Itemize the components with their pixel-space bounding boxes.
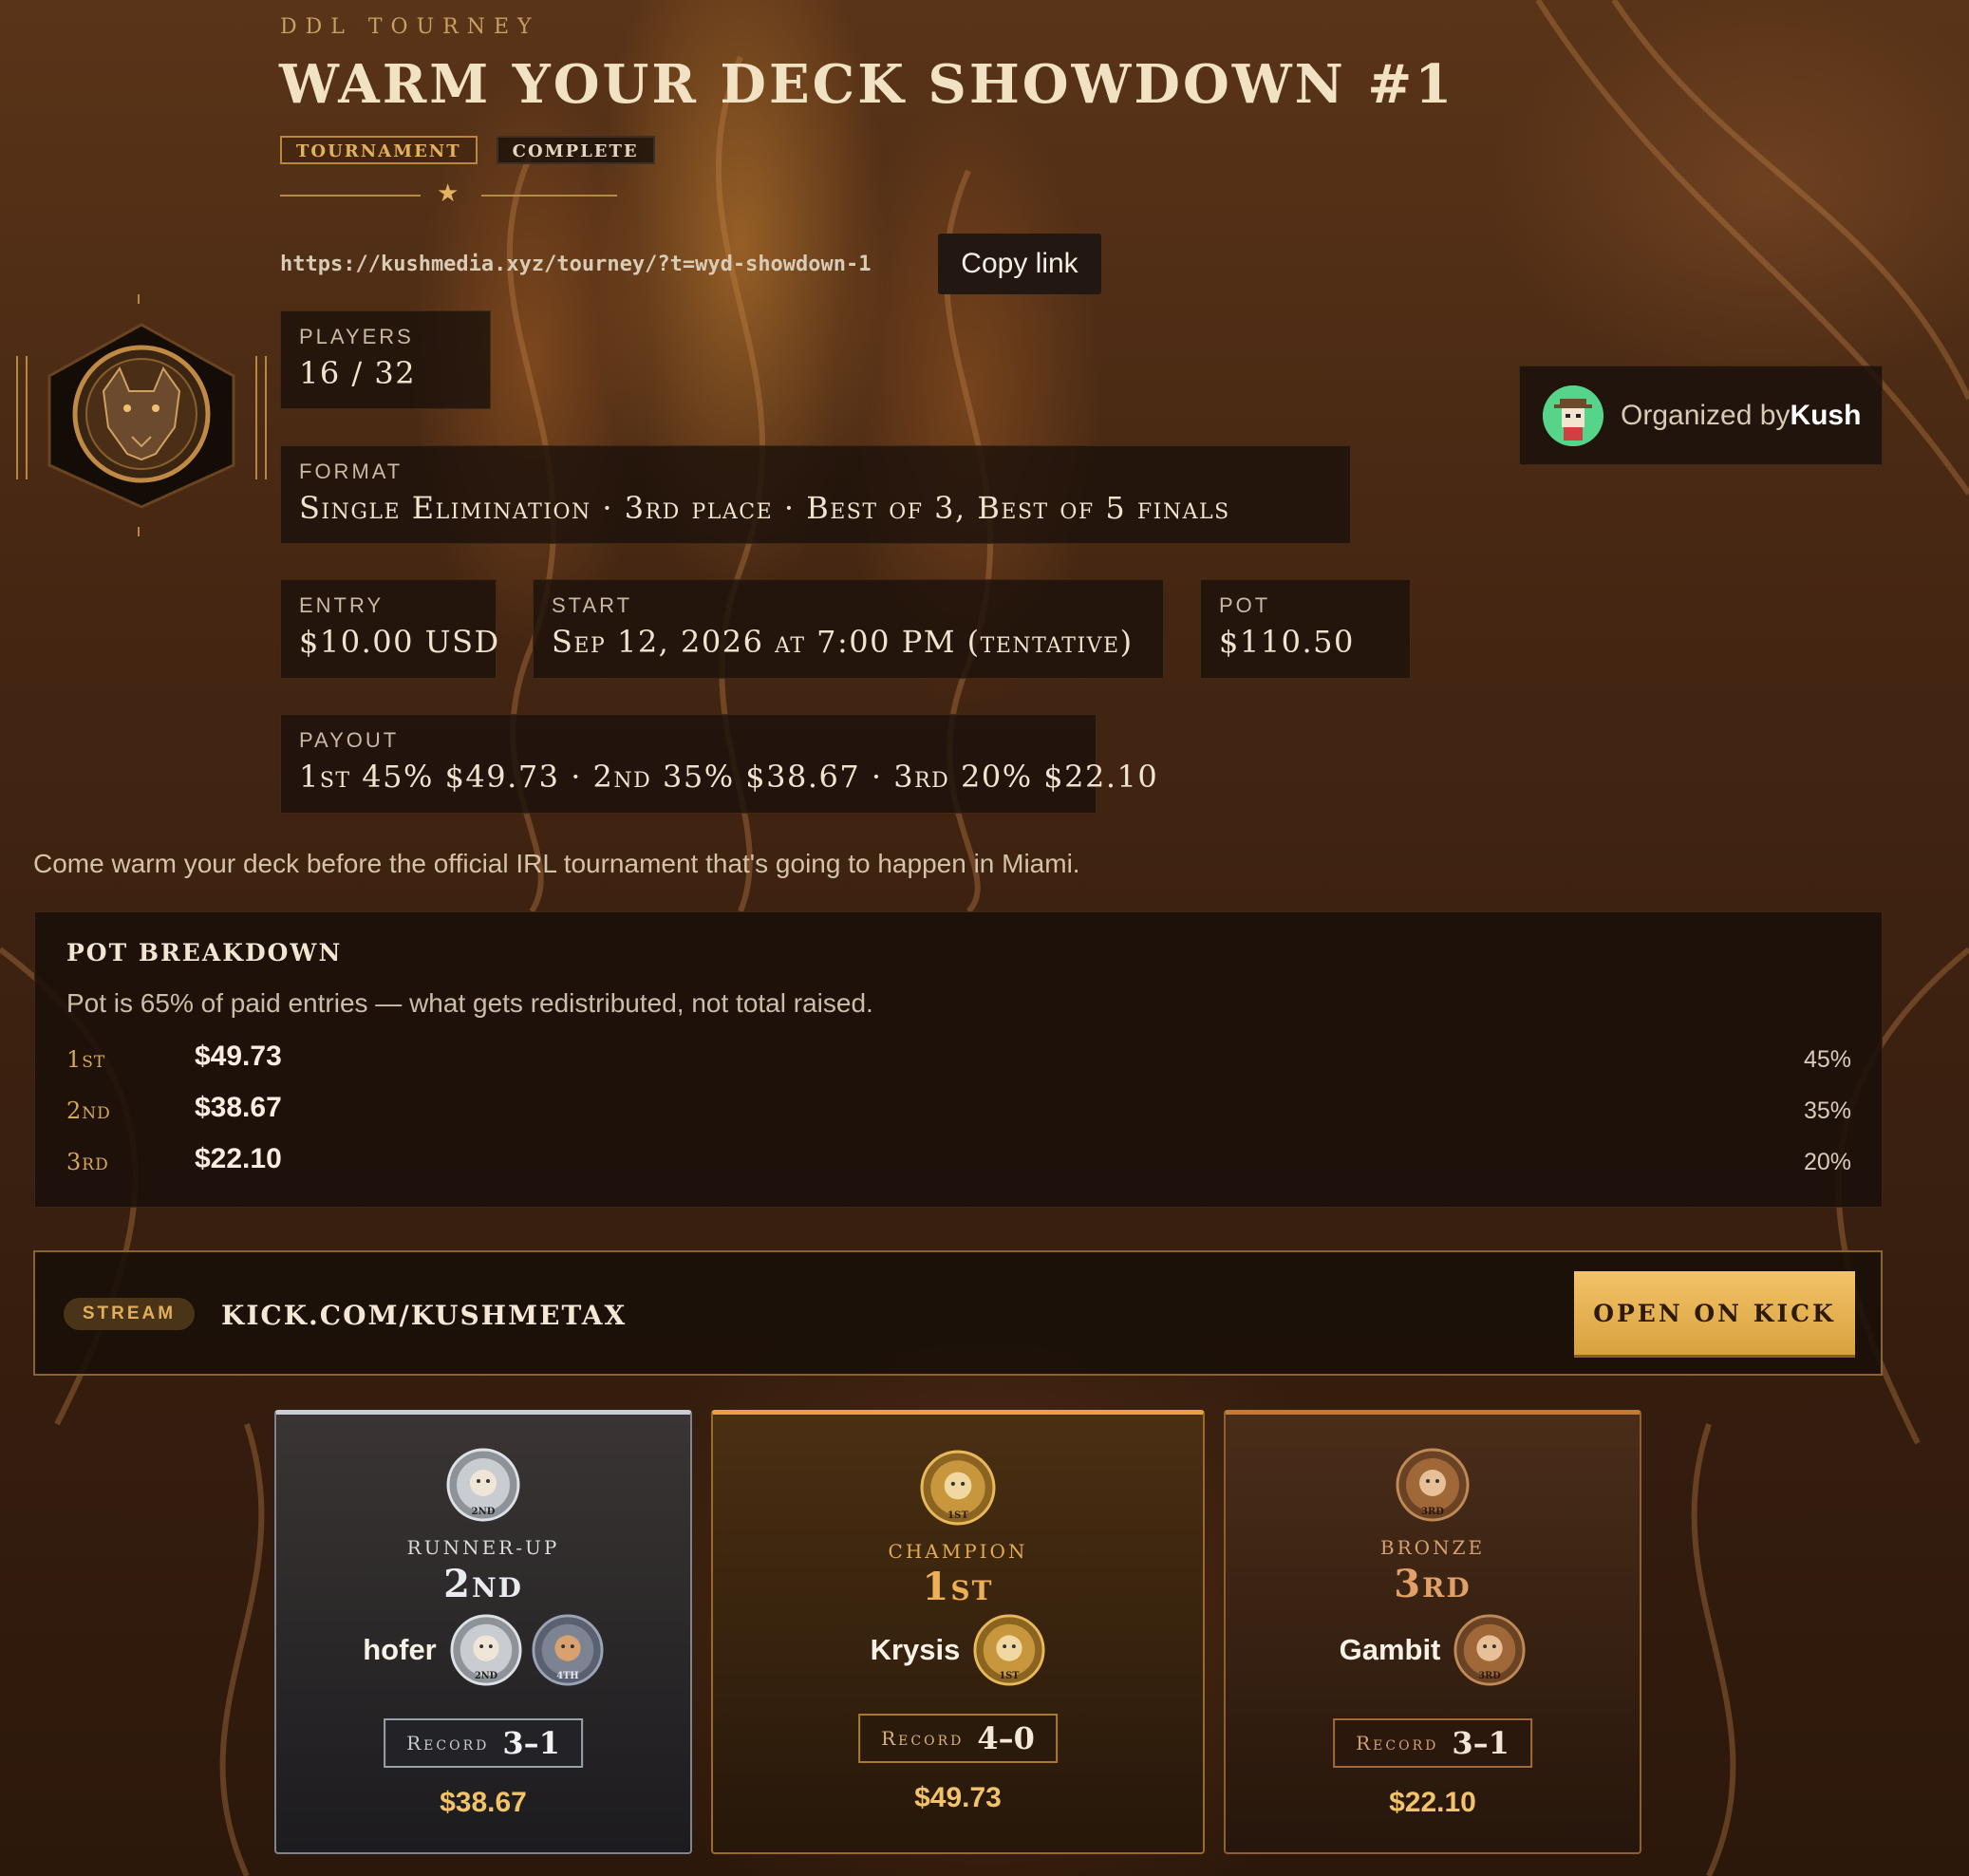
record-box: Record 3–1: [1333, 1718, 1532, 1768]
podium-place: 1st: [922, 1565, 994, 1609]
podium-place: 3rd: [1394, 1562, 1472, 1606]
start-label: START: [552, 593, 633, 617]
prize-amount: $49.73: [914, 1782, 1002, 1813]
record-label: Record: [1356, 1732, 1439, 1754]
pot-row-percent: 20%: [1803, 1149, 1851, 1175]
open-on-kick-button[interactable]: OPEN ON KICK: [1574, 1271, 1855, 1355]
players-value: 16 / 32: [299, 355, 417, 391]
record-value: 3–1: [1452, 1725, 1510, 1761]
prize-amount: $22.10: [1389, 1787, 1476, 1818]
players-label: PLAYERS: [299, 325, 414, 348]
stream-badge: STREAM: [64, 1298, 195, 1330]
format-value: Single Elimination · 3rd place · Best of…: [299, 490, 1230, 526]
entry-label: ENTRY: [299, 593, 384, 617]
pot-stat: POT $110.50: [1200, 579, 1411, 679]
wolf-emblem-icon: [16, 294, 267, 536]
silver-medal-icon: 2ND: [446, 1448, 520, 1522]
record-box: Record 4–0: [858, 1714, 1058, 1763]
entry-value: $10.00 USD: [299, 624, 500, 660]
podium-player: Krysis 1ST: [713, 1614, 1203, 1686]
podium-card-second: 2ND RUNNER-UP 2nd hofer 2ND 4TH Record 3…: [274, 1410, 692, 1854]
start-value: Sep 12, 2026 at 7:00 PM (tentative): [552, 624, 1134, 660]
player-name[interactable]: hofer: [363, 1633, 437, 1667]
payout-stat: PAYOUT 1st 45% $49.73 · 2nd 35% $38.67 ·…: [280, 714, 1159, 814]
pot-row-place: 3rd: [66, 1149, 109, 1175]
players-stat: PLAYERS 16 / 32: [280, 310, 491, 409]
svg-text:1ST: 1ST: [1000, 1671, 1021, 1681]
copy-link-button[interactable]: Copy link: [938, 234, 1101, 294]
share-url[interactable]: https://kushmedia.xyz/tourney/?t=wyd-sho…: [280, 253, 872, 276]
pot-row-amount: $38.67: [195, 1092, 282, 1123]
eyebrow-label: DDL TOURNEY: [280, 15, 540, 39]
pot-value: $110.50: [1219, 624, 1355, 660]
pot-breakdown-subtitle: Pot is 65% of paid entries — what gets r…: [66, 988, 873, 1018]
svg-text:2ND: 2ND: [472, 1507, 496, 1517]
bronze-medal-icon: 3RD: [1396, 1448, 1470, 1522]
start-stat: START Sep 12, 2026 at 7:00 PM (tentative…: [533, 579, 1164, 679]
stream-url[interactable]: KICK.COM/KUSHMETAX: [221, 1300, 627, 1331]
pot-row-amount: $22.10: [195, 1143, 282, 1174]
pot-breakdown-title: POT BREAKDOWN: [66, 939, 343, 966]
stream-panel: STREAM KICK.COM/KUSHMETAX OPEN ON KICK: [33, 1250, 1883, 1376]
pot-row-3rd: 3rd $22.10 20%: [66, 1143, 1851, 1181]
payout-label: PAYOUT: [299, 728, 400, 752]
podium-place: 2nd: [443, 1562, 523, 1606]
status-tags: TOURNAMENT COMPLETE: [280, 136, 655, 164]
podium-subtitle: RUNNER-UP: [406, 1536, 560, 1559]
svg-text:3RD: 3RD: [1421, 1507, 1444, 1517]
format-stat: FORMAT Single Elimination · 3rd place · …: [280, 445, 1351, 544]
player-name[interactable]: Gambit: [1340, 1633, 1441, 1667]
entry-stat: ENTRY $10.00 USD: [280, 579, 500, 679]
svg-text:1ST: 1ST: [947, 1510, 969, 1521]
record-value: 3–1: [502, 1725, 560, 1761]
gold-medal-icon: 1ST: [920, 1450, 996, 1526]
payout-value: 1st 45% $49.73 · 2nd 35% $38.67 · 3rd 20…: [299, 759, 1159, 795]
pot-breakdown-panel: POT BREAKDOWN Pot is 65% of paid entries…: [34, 911, 1883, 1208]
record-value: 4–0: [977, 1720, 1035, 1756]
podium-subtitle: BRONZE: [1379, 1536, 1486, 1559]
organizer-card[interactable]: Organized byKush: [1519, 366, 1883, 465]
podium-player: Gambit 3RD: [1226, 1614, 1640, 1686]
record-label: Record: [406, 1732, 490, 1754]
complete-badge: COMPLETE: [496, 136, 655, 164]
star-icon: ★: [437, 178, 459, 207]
pot-row-1st: 1st $49.73 45%: [66, 1041, 1851, 1079]
silver-2nd-medal-icon: 2ND: [450, 1614, 522, 1686]
organizer-avatar: [1543, 385, 1603, 446]
gold-1st-medal-icon: 1ST: [973, 1614, 1045, 1686]
podium-card-third: 3RD BRONZE 3rd Gambit 3RD Record 3–1 $22…: [1224, 1410, 1641, 1854]
page-title: WARM YOUR DECK SHOWDOWN #1: [279, 53, 1455, 116]
prize-amount: $38.67: [440, 1787, 527, 1818]
title-ornament: ★: [280, 178, 617, 209]
pot-row-place: 1st: [66, 1046, 106, 1073]
player-name[interactable]: Krysis: [871, 1633, 961, 1667]
tournament-description: Come warm your deck before the official …: [33, 849, 1080, 878]
svg-text:4TH: 4TH: [556, 1671, 578, 1681]
record-label: Record: [881, 1727, 965, 1750]
pot-row-percent: 45%: [1803, 1046, 1851, 1073]
tournament-badge: TOURNAMENT: [280, 136, 478, 164]
pot-row-percent: 35%: [1803, 1097, 1851, 1124]
podium-card-first: 1ST CHAMPION 1st Krysis 1ST Record 4–0 $…: [711, 1410, 1205, 1854]
pot-row-place: 2nd: [66, 1097, 111, 1124]
pot-row-2nd: 2nd $38.67 35%: [66, 1092, 1851, 1130]
organizer-name[interactable]: Kush: [1790, 400, 1861, 431]
bronze-3rd-medal-icon: 3RD: [1453, 1614, 1526, 1686]
organizer-prefix: Organized by: [1621, 399, 1791, 431]
pot-label: POT: [1219, 593, 1271, 617]
svg-text:3RD: 3RD: [1479, 1671, 1502, 1681]
pot-row-amount: $49.73: [195, 1041, 282, 1072]
svg-text:2ND: 2ND: [475, 1671, 498, 1681]
podium-subtitle: CHAMPION: [888, 1540, 1028, 1563]
steel-4th-medal-icon: 4TH: [532, 1614, 604, 1686]
format-label: FORMAT: [299, 460, 403, 483]
record-box: Record 3–1: [384, 1718, 583, 1768]
podium-player: hofer 2ND 4TH: [276, 1614, 690, 1686]
